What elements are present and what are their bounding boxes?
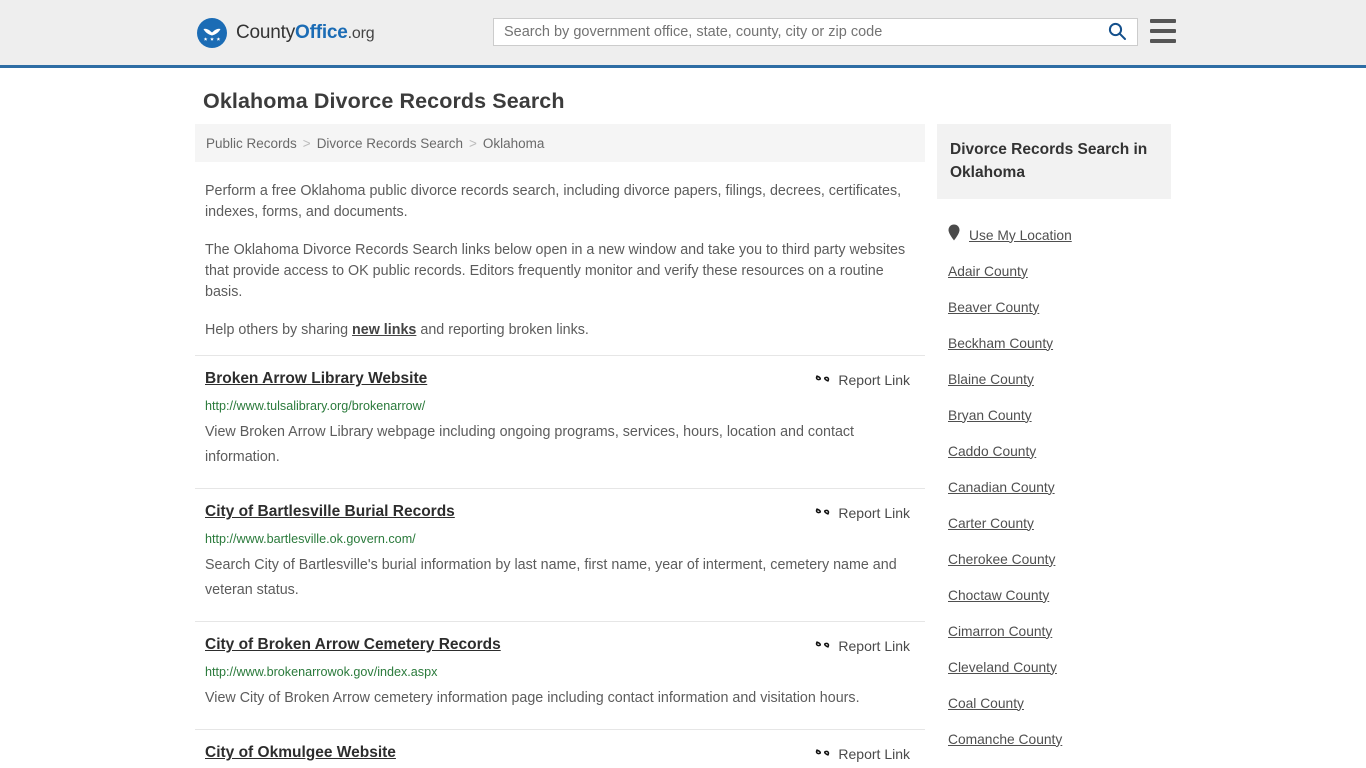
result-url-link[interactable]: http://www.bartlesville.ok.govern.com/ xyxy=(205,531,915,547)
result-description: View City of Broken Arrow cemetery infor… xyxy=(205,690,860,706)
result-item: City of Okmulgee Website Report Link xyxy=(195,729,925,768)
sidebar-item-county[interactable]: Cimarron County xyxy=(937,613,1171,649)
sidebar-item-county[interactable]: Choctaw County xyxy=(937,577,1171,613)
intro-section: Perform a free Oklahoma public divorce r… xyxy=(195,162,925,341)
breadcrumb-item-divorce-records-search[interactable]: Divorce Records Search xyxy=(317,136,463,151)
breadcrumb-item-oklahoma: Oklahoma xyxy=(482,135,545,151)
map-pin-icon xyxy=(948,224,960,246)
broken-link-icon xyxy=(814,370,831,390)
county-link[interactable]: Cherokee County xyxy=(948,552,1055,567)
result-header: Broken Arrow Library Website Report Link xyxy=(205,369,915,390)
search-bar xyxy=(493,18,1138,46)
sidebar: Divorce Records Search in Oklahoma Use M… xyxy=(937,124,1171,768)
report-link-label: Report Link xyxy=(838,746,910,762)
result-title-link[interactable]: Broken Arrow Library Website xyxy=(205,369,427,388)
county-link[interactable]: Carter County xyxy=(948,516,1034,531)
result-item: Broken Arrow Library Website Report Link xyxy=(195,355,925,488)
county-link[interactable]: Canadian County xyxy=(948,480,1055,495)
result-description: Search City of Bartlesville's burial inf… xyxy=(205,557,897,598)
report-link-button[interactable]: Report Link xyxy=(814,635,910,656)
use-my-location-link[interactable]: Use My Location xyxy=(969,228,1072,243)
county-link[interactable]: Cleveland County xyxy=(948,660,1057,675)
site-header: CountyOffice.org xyxy=(0,0,1366,68)
hamburger-menu-button[interactable] xyxy=(1150,19,1176,43)
eagle-shield-logo-icon xyxy=(197,18,227,48)
county-link[interactable]: Beckham County xyxy=(948,336,1053,351)
county-link[interactable]: Beaver County xyxy=(948,300,1039,315)
broken-link-icon xyxy=(814,636,831,656)
sidebar-heading: Divorce Records Search in Oklahoma xyxy=(937,124,1171,199)
site-logo-link[interactable]: CountyOffice.org xyxy=(197,18,375,48)
report-link-label: Report Link xyxy=(838,372,910,388)
sidebar-item-use-my-location[interactable]: Use My Location xyxy=(937,217,1171,253)
report-link-label: Report Link xyxy=(838,638,910,654)
result-title-link[interactable]: City of Broken Arrow Cemetery Records xyxy=(205,635,501,654)
county-link[interactable]: Adair County xyxy=(948,264,1028,279)
sidebar-item-county[interactable]: Caddo County xyxy=(937,433,1171,469)
sidebar-item-county[interactable]: Canadian County xyxy=(937,469,1171,505)
result-url-link[interactable]: http://www.tulsalibrary.org/brokenarrow/ xyxy=(205,398,915,414)
sidebar-item-county[interactable]: Carter County xyxy=(937,505,1171,541)
result-item: City of Broken Arrow Cemetery Records Re… xyxy=(195,621,925,729)
broken-link-icon xyxy=(814,503,831,523)
sidebar-item-county[interactable]: Comanche County xyxy=(937,721,1171,757)
county-link[interactable]: Comanche County xyxy=(948,732,1062,747)
brand-name-office: Office xyxy=(295,22,348,43)
county-link[interactable]: Bryan County xyxy=(948,408,1032,423)
intro-paragraph-1: Perform a free Oklahoma public divorce r… xyxy=(205,183,902,220)
sidebar-item-county[interactable]: Cotton County xyxy=(937,757,1171,768)
result-title-link[interactable]: City of Bartlesville Burial Records xyxy=(205,502,455,521)
sidebar-item-county[interactable]: Coal County xyxy=(937,685,1171,721)
result-item: City of Bartlesville Burial Records Repo… xyxy=(195,488,925,621)
search-button[interactable] xyxy=(1097,19,1137,45)
intro-text-before-link: Help others by sharing xyxy=(205,322,353,338)
intro-paragraph-2: The Oklahoma Divorce Records Search link… xyxy=(205,242,906,300)
page-title: Oklahoma Divorce Records Search xyxy=(203,89,565,113)
sidebar-item-county[interactable]: Blaine County xyxy=(937,361,1171,397)
result-url-link[interactable]: http://www.brokenarrowok.gov/index.aspx xyxy=(205,664,915,680)
breadcrumb-separator: > xyxy=(302,135,311,151)
sidebar-item-county[interactable]: Beaver County xyxy=(937,289,1171,325)
brand-name: CountyOffice.org xyxy=(236,22,375,44)
breadcrumb-item-public-records[interactable]: Public Records xyxy=(206,136,297,151)
report-link-label: Report Link xyxy=(838,505,910,521)
sidebar-item-county[interactable]: Adair County xyxy=(937,253,1171,289)
results-list: Broken Arrow Library Website Report Link xyxy=(195,355,925,768)
sidebar-item-county[interactable]: Cherokee County xyxy=(937,541,1171,577)
result-title-link[interactable]: City of Okmulgee Website xyxy=(205,743,396,762)
hamburger-menu-icon-bar xyxy=(1150,29,1176,33)
sidebar-item-county[interactable]: Beckham County xyxy=(937,325,1171,361)
brand-name-county: County xyxy=(236,22,296,43)
intro-text-after-link: and reporting broken links. xyxy=(416,322,589,338)
hamburger-menu-icon-bar xyxy=(1150,39,1176,43)
county-link[interactable]: Cimarron County xyxy=(948,624,1052,639)
county-link[interactable]: Blaine County xyxy=(948,372,1034,387)
intro-paragraph-3: Help others by sharing new links and rep… xyxy=(205,303,915,341)
breadcrumb-separator: > xyxy=(469,135,477,151)
county-link[interactable]: Caddo County xyxy=(948,444,1036,459)
sidebar-county-list: Use My Location Adair County Beaver Coun… xyxy=(937,199,1171,768)
result-header: City of Bartlesville Burial Records Repo… xyxy=(205,502,915,523)
county-link[interactable]: Choctaw County xyxy=(948,588,1049,603)
county-link[interactable]: Coal County xyxy=(948,696,1024,711)
hamburger-menu-icon-bar xyxy=(1150,19,1176,23)
report-link-button[interactable]: Report Link xyxy=(814,502,910,523)
broken-link-icon xyxy=(814,744,831,764)
sidebar-item-county[interactable]: Cleveland County xyxy=(937,649,1171,685)
search-input[interactable] xyxy=(494,19,1097,45)
result-header: City of Broken Arrow Cemetery Records Re… xyxy=(205,635,915,656)
result-description: View Broken Arrow Library webpage includ… xyxy=(205,424,855,465)
new-links-link[interactable]: new links xyxy=(352,322,416,338)
search-icon xyxy=(1107,21,1127,44)
report-link-button[interactable]: Report Link xyxy=(814,743,910,764)
breadcrumb: Public Records > Divorce Records Search … xyxy=(195,124,925,162)
result-header: City of Okmulgee Website Report Link xyxy=(205,743,915,764)
report-link-button[interactable]: Report Link xyxy=(814,369,910,390)
main-content-column: Public Records > Divorce Records Search … xyxy=(195,124,925,768)
brand-name-org: .org xyxy=(347,25,375,42)
sidebar-item-county[interactable]: Bryan County xyxy=(937,397,1171,433)
